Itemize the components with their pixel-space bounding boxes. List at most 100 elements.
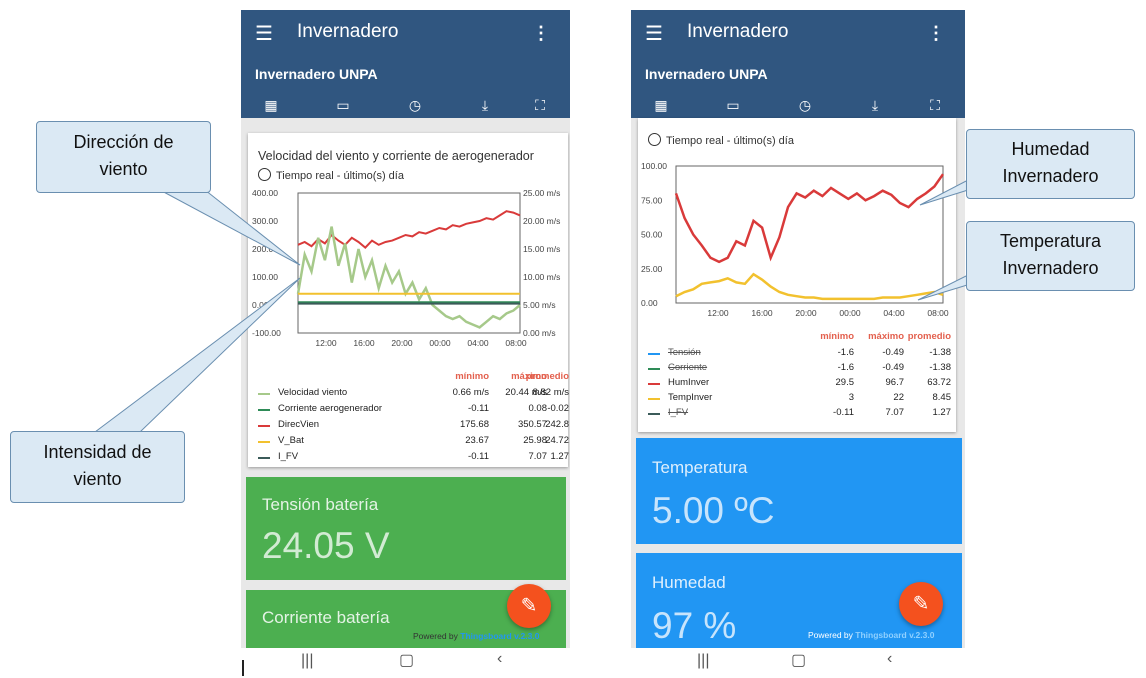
more-icon[interactable]: ⋮ [927, 23, 945, 44]
callout-line: Dirección de [73, 132, 174, 152]
callout-pointers [93, 179, 1001, 433]
back-icon[interactable]: ‹ [497, 650, 502, 668]
callout-humedad-invernadero: Humedad Invernadero [966, 129, 1135, 199]
legend-min: 175.68 [459, 419, 489, 430]
menu-icon[interactable]: ☰ [645, 24, 665, 44]
tile-label: Temperatura [652, 458, 748, 477]
legend-row[interactable]: V_Bat 23.67 25.98 24.72 [258, 435, 569, 449]
legend-row[interactable]: Velocidad viento 0.66 m/s 20.44 m/s 8.82 m/… [258, 387, 569, 401]
legend-min: 0.66 m/s [452, 387, 489, 398]
legend-swatch [258, 441, 270, 443]
app-title: Invernadero [297, 21, 399, 42]
legend-series-name: V_Bat [278, 435, 304, 446]
tile-label: Tensión batería [262, 495, 379, 514]
chart-legend: mínimo máximo promedio Tensión -1.6 -0.49-… [648, 331, 952, 421]
recents-icon[interactable]: ||| [301, 652, 313, 670]
greenhouse-chart: 100.00 75.00 50.00 25.00 0.00 12:00 16:00 20:00… [641, 161, 949, 318]
x-tick-label: 00:00 [839, 308, 861, 318]
legend-row[interactable]: Corriente aerogenerador -0.11 0.08 -0.02 [258, 403, 569, 417]
legend-avg: -1.38 [929, 362, 951, 373]
legend-row[interactable]: HumInver 29.5 96.7 63.72 [648, 377, 951, 391]
y-tick-label: 50.00 [641, 230, 663, 240]
more-icon[interactable]: ⋮ [532, 23, 550, 44]
back-icon[interactable]: ‹ [887, 650, 892, 668]
dashboard-icon[interactable]: ▦ [261, 95, 281, 115]
tile-value: 24.05 V [262, 525, 390, 566]
legend-min: -1.6 [837, 347, 854, 358]
display-icon[interactable]: ▭ [723, 95, 743, 115]
menu-icon[interactable]: ☰ [255, 24, 275, 44]
temperature-tile[interactable]: Temperatura 5.00 ºC [636, 438, 962, 544]
history-icon[interactable]: ◷ [405, 95, 425, 115]
callout-direccion-viento: Dirección de viento [36, 121, 211, 193]
battery-voltage-tile[interactable]: Tensión batería 24.05 V [246, 477, 566, 580]
android-nav-bar-right: ||| ▢ ‹ [631, 648, 965, 678]
series-line-huminver [674, 173, 945, 264]
y-left-tick-label: 300.00 [252, 216, 278, 226]
series-line-tempinver [675, 272, 944, 301]
legend-min: 29.5 [835, 377, 855, 388]
callout-line: Temperatura [999, 231, 1102, 251]
fullscreen-icon[interactable]: ⛶ [530, 95, 550, 115]
x-tick-label: 00:00 [429, 338, 451, 348]
download-icon[interactable]: ⤓ [475, 95, 495, 115]
tile-label: Corriente batería [262, 608, 390, 627]
display-icon[interactable]: ▭ [333, 95, 353, 115]
legend-swatch [258, 457, 270, 459]
callout-line: Humedad [1011, 139, 1090, 159]
legend-row[interactable]: Tensión -1.6 -0.49 -1.38 [648, 347, 951, 361]
callout-intensidad-viento: Intensidad de viento [10, 431, 185, 503]
dashboard-icon[interactable]: ▦ [651, 95, 671, 115]
edit-icon: ✎ [912, 593, 930, 615]
thingsboard-link[interactable]: Thingsboard v.2.3.0 [855, 630, 934, 640]
legend-swatch [258, 393, 270, 395]
callout-line: viento [99, 159, 148, 179]
x-tick-label: 16:00 [353, 338, 375, 348]
download-icon[interactable]: ⤓ [865, 95, 885, 115]
legend-min: 3 [848, 392, 854, 403]
legend-avg: 1.27 [550, 451, 570, 462]
edit-fab[interactable]: ✎ [899, 582, 943, 626]
legend-row[interactable]: I_FV -0.11 7.07 1.27 [648, 407, 952, 421]
y-left-tick-label: 0.00 [252, 300, 269, 310]
legend-header-min: mínimo [820, 331, 854, 342]
legend-row[interactable]: TempInver 3 22 8.45 [648, 392, 952, 406]
callout-line: Invernadero [1002, 258, 1099, 278]
legend-avg: 8.45 [932, 392, 952, 403]
y-right-tick-label: 10.00 m/s [523, 272, 560, 282]
edit-fab[interactable]: ✎ [507, 584, 551, 628]
x-tick-label: 12:00 [315, 338, 337, 348]
legend-row[interactable]: DirecVien 175.68 350.57 242.8 [258, 419, 569, 433]
y-tick-label: 75.00 [641, 195, 663, 205]
legend-avg: 24.72 [545, 435, 569, 446]
legend-avg: 1.27 [932, 407, 952, 418]
y-right-tick-label: 15.00 m/s [523, 244, 560, 254]
tile-label: Humedad [652, 573, 726, 592]
x-tick-label: 04:00 [467, 338, 489, 348]
legend-swatch [648, 413, 660, 415]
legend-swatch [648, 398, 660, 400]
legend-row[interactable]: I_FV -0.11 7.07 1.27 [258, 451, 569, 465]
edit-icon: ✎ [520, 595, 538, 617]
dashboard-title: Invernadero UNPA [255, 66, 378, 82]
legend-row[interactable]: Corriente -1.6 -0.49 -1.38 [648, 362, 951, 376]
home-icon[interactable]: ▢ [399, 650, 414, 670]
wind-chart: 400.00 300.00 200.00 100.00 0.00 -100.00 25.00… [252, 188, 560, 348]
legend-series-name: DirecVien [278, 419, 320, 430]
recents-icon[interactable]: ||| [697, 652, 709, 670]
legend-header-avg: promedio [907, 331, 951, 342]
y-left-tick-label: 400.00 [252, 188, 278, 198]
x-tick-label: 04:00 [883, 308, 905, 318]
fullscreen-icon[interactable]: ⛶ [925, 95, 945, 115]
phone-screen-right: ☰ Invernadero ⋮ Invernadero UNPA ▦ ▭ ◷ ⤓… [631, 10, 965, 678]
legend-swatch [648, 353, 660, 355]
y-left-tick-label: 200.00 [252, 244, 278, 254]
y-right-tick-label: 0.00 m/s [523, 328, 556, 338]
tile-value: 97 % [652, 605, 737, 646]
callout-line: Intensidad de [43, 442, 152, 462]
thingsboard-link[interactable]: Thingsboard v.2.3.0 [460, 631, 539, 641]
wind-chart-card: Velocidad del viento y corriente de aero… [248, 133, 569, 467]
home-icon[interactable]: ▢ [791, 650, 806, 670]
legend-min: -0.11 [468, 451, 489, 462]
history-icon[interactable]: ◷ [795, 95, 815, 115]
